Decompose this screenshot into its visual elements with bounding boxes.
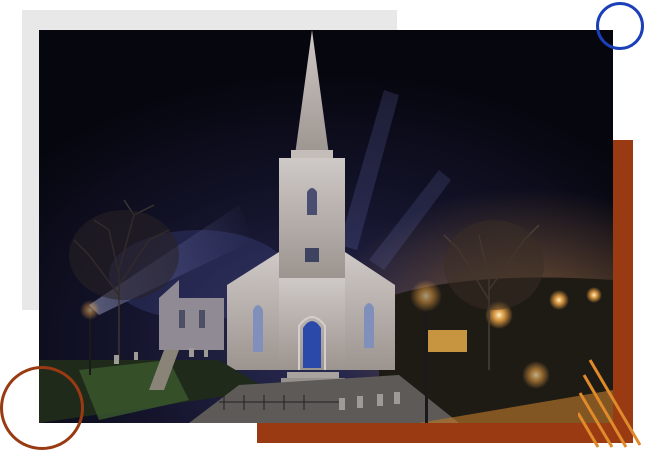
side-window-right: [364, 303, 374, 348]
rust-circle-decoration: [0, 366, 84, 450]
tree-canopy: [444, 220, 544, 310]
diagonal-stripes-decoration: [578, 359, 642, 448]
church-scene: [39, 30, 613, 423]
tower-small-window: [305, 248, 319, 262]
church-door: [303, 321, 321, 368]
tower-window: [307, 188, 317, 215]
side-window-left: [253, 305, 263, 352]
town-light: [549, 290, 569, 310]
lamp-post: [425, 295, 428, 423]
town-building-lit: [427, 330, 467, 352]
town-light: [586, 287, 602, 303]
street-lamp-glow: [522, 361, 550, 389]
blue-circle-decoration: [596, 2, 644, 50]
church-night-photo: [39, 30, 613, 423]
tree-canopy: [69, 210, 179, 300]
